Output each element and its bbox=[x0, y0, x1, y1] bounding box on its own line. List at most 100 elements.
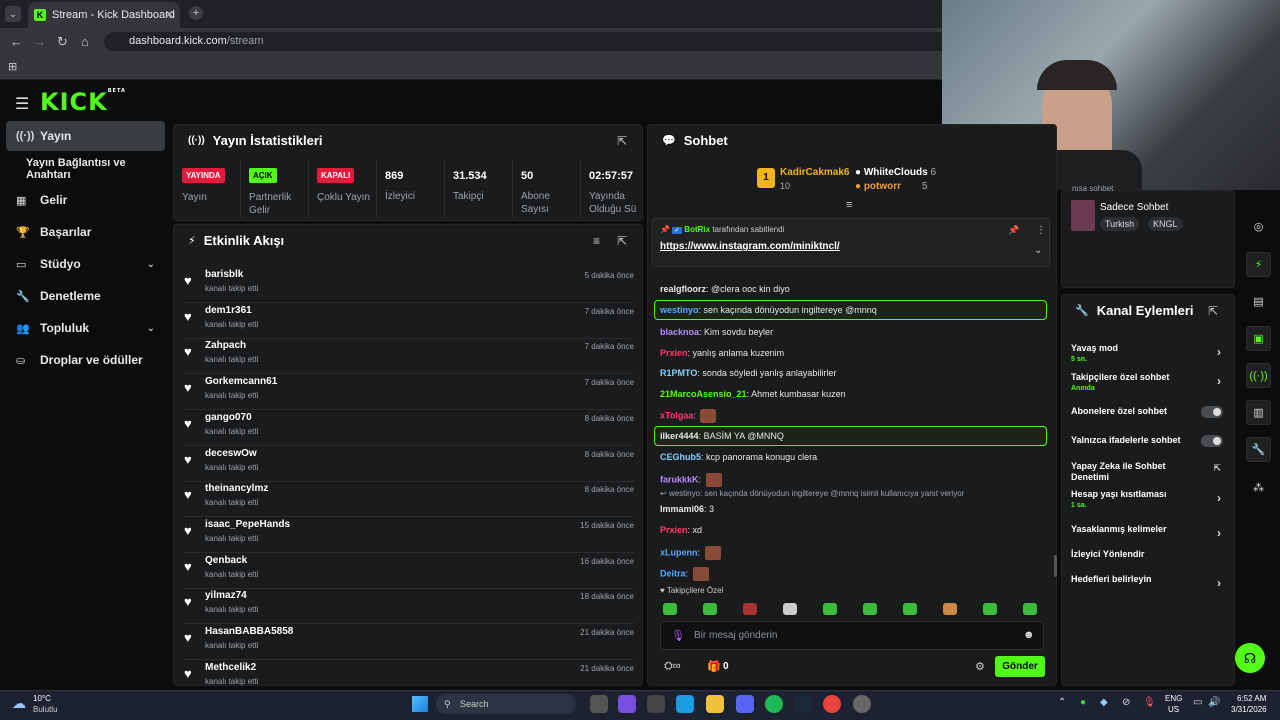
activity-row[interactable]: ♥ barisblk kanalı takip etti 5 dakika önce bbox=[184, 267, 634, 303]
home-icon[interactable]: ⌂ bbox=[81, 34, 89, 49]
tray-mic-icon[interactable]: 🎙 bbox=[1143, 697, 1156, 708]
community-icon[interactable]: ⁂ bbox=[1246, 475, 1271, 500]
weather-cloud-icon[interactable]: ☁ bbox=[12, 695, 26, 712]
windows-start-icon[interactable] bbox=[412, 696, 428, 712]
chat-message[interactable]: Immami06: 3 bbox=[660, 504, 714, 514]
kick-logo[interactable]: KICKBETA bbox=[40, 88, 126, 116]
copilot-icon[interactable] bbox=[618, 695, 636, 713]
chat-message[interactable]: Prxien: yanlış anlama kuzenim bbox=[660, 348, 784, 358]
tray-app-icon[interactable]: ● bbox=[1080, 697, 1086, 708]
store-icon[interactable] bbox=[647, 695, 665, 713]
language-indicator[interactable]: ENG bbox=[1165, 694, 1182, 703]
obs-icon[interactable] bbox=[853, 695, 871, 713]
chat-message[interactable]: 21MarcoAsensio_21: Ahmet kumbasar kuzen bbox=[660, 389, 846, 399]
support-headset-icon[interactable]: ☊ bbox=[1235, 643, 1265, 673]
lightning-icon[interactable]: ⚡ bbox=[1246, 252, 1271, 277]
new-tab-button[interactable]: + bbox=[189, 6, 203, 20]
document-icon[interactable]: ▤ bbox=[1246, 289, 1271, 314]
chat-message[interactable]: Prxien: xd bbox=[660, 525, 702, 535]
channel-action-row[interactable]: Yapay Zeka ile Sohbet Denetimi ⇱ bbox=[1071, 461, 1231, 483]
activity-row[interactable]: ♥ Gorkemcann61 kanalı takip etti 7 dakika ö… bbox=[184, 374, 634, 411]
microphone-icon[interactable]: 🎙 bbox=[671, 629, 685, 642]
tab-search-button[interactable]: ⌄ bbox=[5, 6, 21, 22]
chat-username[interactable]: 21MarcoAsensio_21 bbox=[660, 389, 747, 399]
sidebar-item-basarilar[interactable]: 🏆 Başarılar bbox=[6, 217, 165, 247]
sidebar-item-yayin[interactable]: ((·)) Yayın bbox=[6, 121, 165, 151]
activity-row[interactable]: ♥ Zahpach kanalı takip etti 7 dakika önce bbox=[184, 338, 634, 375]
points-icon[interactable]: ⛭∞ bbox=[664, 660, 681, 673]
channel-action-row[interactable]: Yasaklanmış kelimeler › bbox=[1071, 524, 1231, 540]
tray-chevron-up-icon[interactable]: ⌃ bbox=[1058, 697, 1066, 708]
broadcast-icon[interactable]: ((·)) bbox=[1246, 363, 1271, 388]
sidebar-item-topluluk[interactable]: 👥 Topluluk ⌄ bbox=[6, 313, 165, 343]
chat-username[interactable]: westinyo bbox=[660, 305, 699, 315]
activity-row[interactable]: ♥ dem1r361 kanalı takip etti 7 dakika önce bbox=[184, 303, 634, 339]
chat-scrollbar[interactable] bbox=[1054, 555, 1057, 577]
spotify-icon[interactable] bbox=[765, 695, 783, 713]
chat-message[interactable]: farukkkK: bbox=[660, 473, 722, 487]
sidebar-item-droplar[interactable]: ⛀ Droplar ve ödüller bbox=[6, 345, 165, 375]
activity-row[interactable]: ♥ theinancylmz kanalı takip etti 8 dakika ö… bbox=[184, 481, 634, 518]
channel-action-row[interactable]: İzleyici Yönlendir bbox=[1071, 549, 1231, 560]
volume-icon[interactable]: 🔊 bbox=[1208, 697, 1220, 708]
forward-icon[interactable]: → bbox=[33, 34, 46, 49]
channel-action-row[interactable]: Yalnızca ifadelerle sohbet bbox=[1071, 435, 1231, 447]
chevron-down-icon[interactable]: ⌄ bbox=[1034, 245, 1042, 256]
channel-action-row[interactable]: Yavaş mod 5 sn. › bbox=[1071, 343, 1231, 363]
channel-action-row[interactable]: Abonelere özel sohbet bbox=[1071, 406, 1231, 418]
chat-username[interactable]: farukkkK bbox=[660, 474, 699, 484]
sidebar-item-gelir[interactable]: ▦ Gelir bbox=[6, 185, 165, 215]
chat-message[interactable]: CEGhub5: kcp panorama konugu clera bbox=[660, 452, 817, 462]
filter-icon[interactable]: ≡ bbox=[593, 234, 600, 248]
activity-row[interactable]: ♥ HasanBABBA5858 kanalı takip etti 21 dakik… bbox=[184, 624, 634, 660]
edge-icon[interactable] bbox=[676, 695, 694, 713]
more-options-icon[interactable]: ⋮ bbox=[1036, 225, 1046, 236]
chat-message[interactable]: westinyo: sen kaçında dönüyodun ingilter… bbox=[660, 305, 877, 315]
chat-username[interactable]: CEGhub5 bbox=[660, 452, 701, 462]
chat-message[interactable]: blacknoa: Kim sovdu beyler bbox=[660, 327, 773, 337]
chat-username[interactable]: realgfloorz bbox=[660, 284, 706, 294]
popout-icon[interactable]: ⇱ bbox=[1208, 304, 1218, 318]
activity-row[interactable]: ♥ gango070 kanalı takip etti 8 dakika önce bbox=[184, 410, 634, 446]
hamburger-menu-icon[interactable]: ☰ bbox=[15, 94, 29, 114]
unpin-icon[interactable]: 📌 bbox=[1008, 225, 1019, 236]
steam-icon[interactable] bbox=[794, 695, 812, 713]
sidebar-item-studyo[interactable]: ▭ Stüdyo ⌄ bbox=[6, 249, 165, 279]
file-explorer-icon[interactable] bbox=[706, 695, 724, 713]
chat-username[interactable]: Prxien bbox=[660, 525, 688, 535]
pinned-collapse-icon[interactable]: ≡ bbox=[846, 199, 852, 211]
chat-input-box[interactable]: 🎙 Bir mesaj gönderin ☻ bbox=[660, 621, 1044, 650]
chat-username[interactable]: R1PMTO bbox=[660, 368, 697, 378]
chat-username[interactable]: ilker4444 bbox=[660, 431, 699, 441]
sidebar-item-denetleme[interactable]: 🔧 Denetleme bbox=[6, 281, 165, 311]
activity-row[interactable]: ♥ isaac_PepeHands kanalı takip etti 15 daki… bbox=[184, 517, 634, 553]
popout-icon[interactable]: ⇱ bbox=[617, 134, 627, 148]
camera-icon[interactable]: ◎ bbox=[1246, 214, 1271, 239]
toggle-switch[interactable] bbox=[1201, 435, 1223, 447]
chat-username[interactable]: xTolgaa bbox=[660, 410, 693, 420]
leader-1-name[interactable]: KadirCakmak6 bbox=[780, 167, 849, 178]
emote-bar[interactable] bbox=[663, 602, 1043, 616]
tag-chip[interactable]: KNGL bbox=[1148, 217, 1183, 231]
close-tab-icon[interactable]: ✕ bbox=[165, 8, 174, 21]
chat-username[interactable]: Immami06 bbox=[660, 504, 704, 514]
tray-network-icon[interactable]: ⊘ bbox=[1122, 697, 1130, 708]
settings-gear-icon[interactable]: ⚙ bbox=[975, 660, 985, 673]
leader-3-name[interactable]: ● potworr 5 bbox=[855, 181, 927, 192]
channel-action-row[interactable]: Hedefleri belirleyin › bbox=[1071, 574, 1231, 590]
sidebar-item-stream-key[interactable]: Yayın Bağlantısı ve Anahtarı bbox=[6, 154, 165, 184]
clock-time[interactable]: 6:52 AM bbox=[1237, 694, 1266, 703]
leader-2-name[interactable]: ● WhiiteClouds 6 bbox=[855, 167, 936, 178]
chat-bubble-icon[interactable]: ▣ bbox=[1246, 326, 1271, 351]
chat-message[interactable]: xTolgaa: bbox=[660, 409, 717, 423]
monitor-icon[interactable]: ▥ bbox=[1246, 400, 1271, 425]
chat-message[interactable]: Deitra: bbox=[660, 567, 709, 581]
chat-username[interactable]: xLupenn bbox=[660, 547, 698, 557]
chat-username[interactable]: Deitra bbox=[660, 568, 686, 578]
apps-grid-icon[interactable]: ⊞ bbox=[8, 60, 17, 73]
tag-chip[interactable]: Turkish bbox=[1100, 217, 1140, 231]
activity-row[interactable]: ♥ Qenback kanalı takip etti 16 dakika önce bbox=[184, 553, 634, 589]
display-icon[interactable]: ▭ bbox=[1193, 697, 1202, 708]
browser-tab[interactable]: K Stream - Kick Dashboard ✕ bbox=[28, 2, 180, 28]
chat-message[interactable]: ilker4444: BASİM YA @MNNQ bbox=[660, 431, 784, 441]
